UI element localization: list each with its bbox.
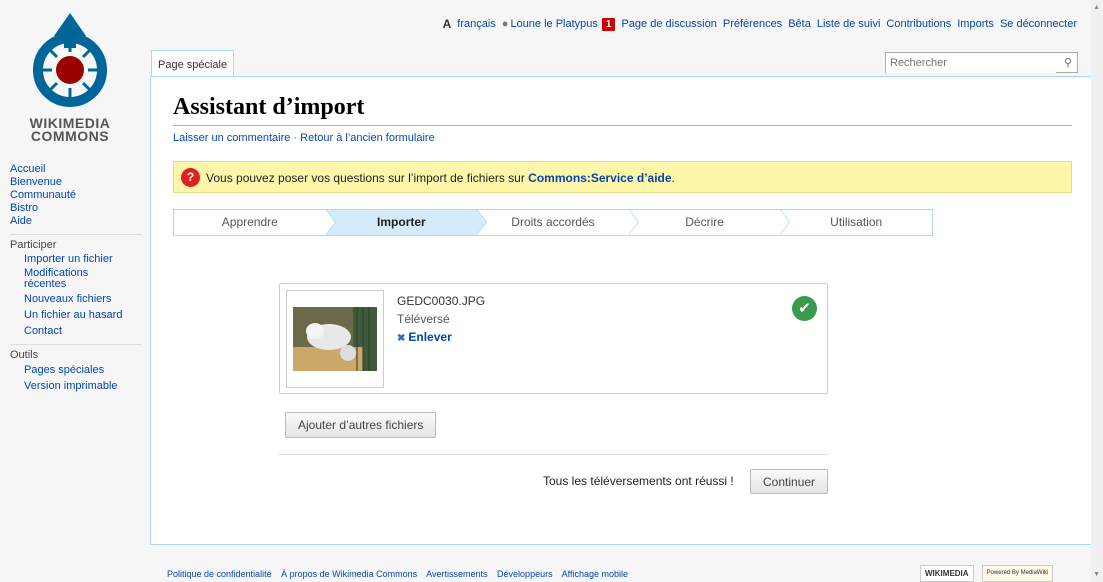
step-utilisation: Utilisation xyxy=(780,210,932,235)
file-thumbnail xyxy=(293,307,377,371)
watchlist-link[interactable]: Liste de suivi xyxy=(817,18,881,30)
sidebar-item-nouveaux-fichiers[interactable]: Nouveaux fichiers xyxy=(24,293,142,306)
remove-label: Enlever xyxy=(408,330,452,344)
upload-success-message: Tous les téléversements ont réussi ! xyxy=(543,474,734,488)
feedback-link[interactable]: Laisser un commentaire xyxy=(173,132,290,144)
notice-message: Vous pouvez poser vos questions sur l’im… xyxy=(206,171,529,185)
step-arrow-inner xyxy=(628,210,638,234)
sidebar-item-aide[interactable]: Aide xyxy=(10,215,142,228)
wizard-steps: Apprendre Importer Droits accordés Décri… xyxy=(173,209,933,236)
step-label: Apprendre xyxy=(221,215,278,229)
step-importer: Importer xyxy=(325,209,488,235)
wikimedia-badge[interactable]: WIKIMEDIA xyxy=(920,565,974,582)
continue-button[interactable]: Continuer xyxy=(750,469,829,494)
language-icon[interactable]: A xyxy=(443,17,452,31)
content-area: Assistant d’import Laisser un commentair… xyxy=(150,76,1091,545)
tab-special-page[interactable]: Page spéciale xyxy=(151,50,235,77)
footer-badges: WIKIMEDIA Powered By MediaWiki xyxy=(920,565,1061,582)
talk-link[interactable]: Page de discussion xyxy=(621,18,716,30)
sidebar-item-pages-speciales[interactable]: Pages spéciales xyxy=(24,364,142,377)
notice-end: . xyxy=(671,171,675,185)
file-name: GEDC0030.JPG xyxy=(397,294,486,308)
step-decrire: Décrire xyxy=(629,209,791,235)
file-status: Téléversé xyxy=(397,312,450,326)
wikimedia-commons-logo[interactable]: WIKIMEDIA COMMONS xyxy=(14,8,134,148)
page-title: Assistant d’import xyxy=(173,94,365,120)
help-notice: ? Vous pouvez poser vos questions sur l’… xyxy=(173,161,1072,193)
disclaimers-link[interactable]: Avertissements xyxy=(426,569,487,579)
step-arrow-inner xyxy=(780,210,790,234)
username-link[interactable]: Loune le Platypus xyxy=(510,18,597,30)
sidebar-heading-outils: Outils xyxy=(10,349,39,361)
remove-icon: ✖ xyxy=(397,333,406,344)
privacy-link[interactable]: Politique de confidentialité xyxy=(167,569,272,579)
sidebar-item-fichier-hasard[interactable]: Un fichier au hasard xyxy=(24,309,142,322)
step-arrow-inner xyxy=(325,210,335,234)
logo-text-line2: COMMONS xyxy=(30,128,110,144)
commons-logo-icon xyxy=(33,13,107,107)
search-input[interactable] xyxy=(886,53,1056,73)
preferences-link[interactable]: Préférences xyxy=(723,18,782,30)
actions-divider xyxy=(279,454,828,455)
contributions-link[interactable]: Contributions xyxy=(886,18,951,30)
sidebar-item-importer[interactable]: Importer un fichier xyxy=(24,253,142,266)
language-link[interactable]: français xyxy=(457,18,496,30)
step-label: Décrire xyxy=(685,215,724,229)
sidebar-item-version-imprimable[interactable]: Version imprimable xyxy=(24,380,142,393)
step-label: Utilisation xyxy=(830,215,883,229)
step-label: Importer xyxy=(377,215,426,229)
step-apprendre: Apprendre xyxy=(174,209,336,235)
notice-text: Vous pouvez poser vos questions sur l’im… xyxy=(206,171,675,185)
subtitle-links: Laisser un commentaire · Retour à l’anci… xyxy=(173,132,435,144)
remove-file-link[interactable]: ✖ Enlever xyxy=(397,330,452,344)
search-box: ⚲ xyxy=(885,52,1078,73)
sidebar-divider xyxy=(10,234,142,235)
personal-toolbar: A français ● Loune le Platypus 1 Page de… xyxy=(437,17,1077,31)
user-icon: ● xyxy=(501,18,509,30)
old-form-link[interactable]: Retour à l’ancien formulaire xyxy=(300,132,435,144)
sidebar-item-modifications[interactable]: Modifications récentes xyxy=(24,268,104,290)
uploaded-file-card: GEDC0030.JPG Téléversé ✖ Enlever ✔ xyxy=(279,283,828,394)
page-scrollbar[interactable]: ▲ ▼ xyxy=(1091,0,1103,582)
footer-links: Politique de confidentialité À propos de… xyxy=(167,569,635,579)
about-link[interactable]: À propos de Wikimedia Commons xyxy=(281,569,417,579)
sidebar-item-contact[interactable]: Contact xyxy=(24,325,142,338)
step-droits: Droits accordés xyxy=(477,209,639,235)
notification-badge[interactable]: 1 xyxy=(601,17,616,31)
add-more-files-button[interactable]: Ajouter d’autres fichiers xyxy=(285,412,437,438)
scroll-up-icon[interactable]: ▲ xyxy=(1093,4,1100,11)
logout-link[interactable]: Se déconnecter xyxy=(1000,18,1077,30)
beta-link[interactable]: Bêta xyxy=(788,18,811,30)
sidebar-item-bistro[interactable]: Bistro xyxy=(10,202,142,215)
step-label: Droits accordés xyxy=(511,215,595,229)
sidebar-item-bienvenue[interactable]: Bienvenue xyxy=(10,176,142,189)
sidebar-divider xyxy=(10,344,142,345)
sidebar-item-accueil[interactable]: Accueil xyxy=(10,163,142,176)
sidebar-heading-participer: Participer xyxy=(10,239,57,251)
mobile-view-link[interactable]: Affichage mobile xyxy=(562,569,628,579)
help-desk-link[interactable]: Commons:Service d’aide xyxy=(528,171,671,185)
mediawiki-badge[interactable]: Powered By MediaWiki xyxy=(981,565,1054,582)
sidebar-item-communaute[interactable]: Communauté xyxy=(10,189,142,202)
sidebar: Accueil Bienvenue Communauté Bistro Aide… xyxy=(10,163,142,393)
subtitle-separator: · xyxy=(290,132,301,144)
thumbnail-frame xyxy=(286,290,384,388)
scroll-down-icon[interactable]: ▼ xyxy=(1093,571,1100,578)
title-divider xyxy=(173,125,1072,126)
search-icon[interactable]: ⚲ xyxy=(1064,56,1072,69)
developers-link[interactable]: Développeurs xyxy=(497,569,553,579)
help-icon: ? xyxy=(181,168,200,187)
success-check-icon: ✔ xyxy=(792,296,817,321)
uploads-link[interactable]: Imports xyxy=(957,18,994,30)
step-arrow-inner xyxy=(477,210,487,234)
